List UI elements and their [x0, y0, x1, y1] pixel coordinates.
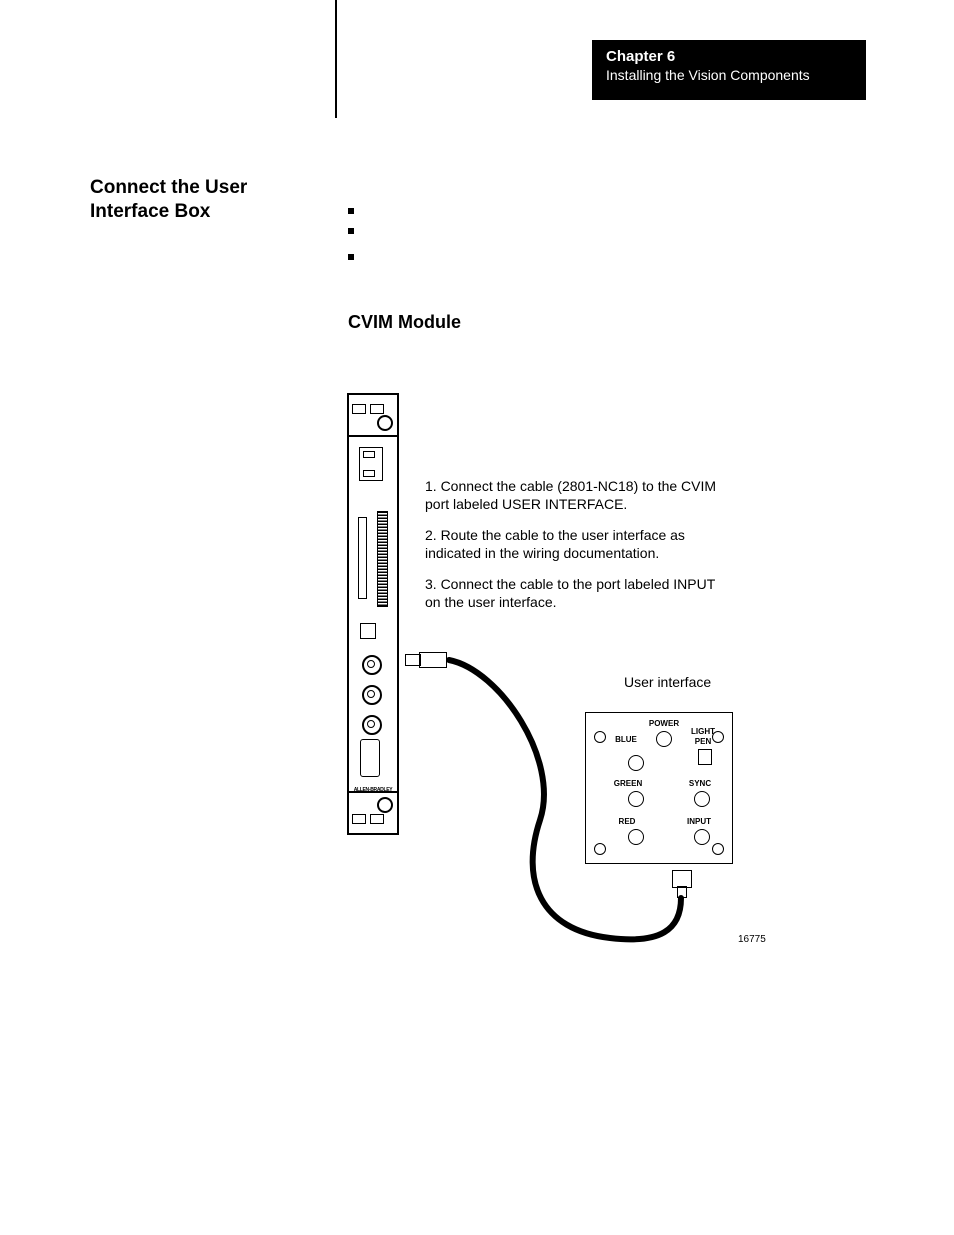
lightpen-port-icon — [698, 749, 712, 765]
screw-icon — [594, 731, 606, 743]
user-interface-box-diagram: POWER BLUE LIGHT PEN GREEN SYNC RED INPU… — [585, 712, 733, 864]
power-port-icon — [656, 731, 672, 747]
subsection-heading: CVIM Module — [348, 312, 461, 333]
figure-number: 16775 — [738, 934, 766, 945]
module-display-icon — [359, 447, 383, 481]
step-3: 3. Connect the cable to the port labeled… — [425, 576, 725, 611]
divider-line — [349, 435, 397, 437]
bullet-icon — [348, 208, 354, 214]
chapter-header: Chapter 6 Installing the Vision Componen… — [592, 40, 866, 100]
module-port-icon — [362, 715, 382, 735]
screw-icon — [594, 843, 606, 855]
port-label-power: POWER — [646, 719, 682, 728]
bullet-icon — [348, 254, 354, 260]
input-port-icon — [694, 829, 710, 845]
header-divider — [335, 0, 337, 118]
bullet-icon — [348, 228, 354, 234]
module-db9-icon — [360, 739, 380, 777]
blue-port-icon — [628, 755, 644, 771]
green-port-icon — [628, 791, 644, 807]
red-port-icon — [628, 829, 644, 845]
bullet-list — [348, 208, 354, 274]
cable-plug-ui-icon — [672, 870, 690, 896]
section-side-heading: Connect the User Interface Box — [90, 176, 300, 224]
instruction-steps: 1. Connect the cable (2801-NC18) to the … — [425, 478, 725, 625]
module-slot-icon — [358, 517, 367, 599]
screw-icon — [712, 843, 724, 855]
cable-plug-module-icon — [405, 652, 449, 666]
chapter-number: Chapter 6 — [606, 48, 852, 65]
step-2: 2. Route the cable to the user interface… — [425, 527, 725, 562]
module-screw-icon — [377, 415, 393, 431]
user-interface-label: User interface — [624, 674, 711, 690]
module-switch-icon — [360, 623, 376, 639]
module-port-icon — [362, 655, 382, 675]
module-screw-icon — [377, 797, 393, 813]
port-label-green: GREEN — [612, 779, 644, 788]
chapter-subtitle: Installing the Vision Components — [606, 67, 852, 83]
module-bottom-tab-icon — [352, 814, 394, 824]
module-top-tab-icon — [352, 404, 394, 414]
port-label-input: INPUT — [684, 817, 714, 826]
port-label-lightpen-b: PEN — [688, 737, 718, 746]
port-label-red: RED — [614, 817, 640, 826]
step-1: 1. Connect the cable (2801-NC18) to the … — [425, 478, 725, 513]
port-label-blue: BLUE — [612, 735, 640, 744]
module-port-icon — [362, 685, 382, 705]
module-connector-icon — [377, 511, 388, 607]
port-label-lightpen-a: LIGHT — [688, 727, 718, 736]
sync-port-icon — [694, 791, 710, 807]
module-brand-label: ALLEN-BRADLEY — [349, 787, 397, 793]
cvim-module-diagram: ALLEN-BRADLEY — [347, 393, 399, 835]
port-label-sync: SYNC — [686, 779, 714, 788]
